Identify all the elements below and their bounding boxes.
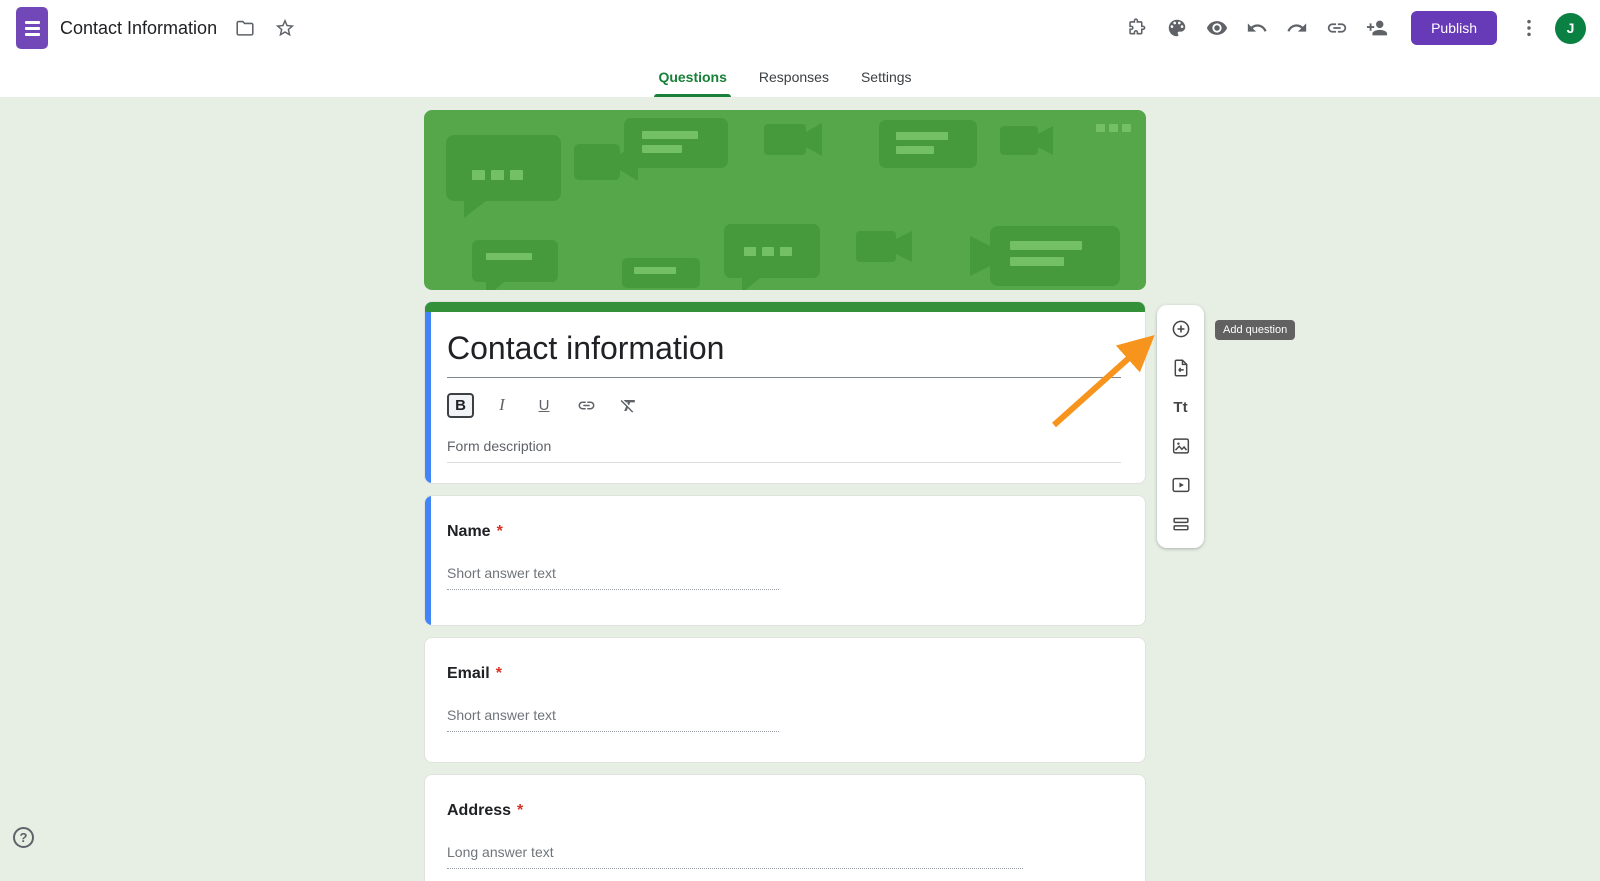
short-answer-placeholder: Short answer text bbox=[447, 565, 779, 590]
import-questions-button[interactable] bbox=[1164, 351, 1198, 385]
tab-settings[interactable]: Settings bbox=[849, 56, 924, 97]
folder-icon bbox=[234, 17, 256, 39]
floating-action-toolbar: Tt bbox=[1157, 305, 1204, 548]
account-avatar[interactable]: J bbox=[1555, 13, 1586, 44]
undo-button[interactable] bbox=[1237, 8, 1277, 48]
tabs-group: Questions Responses Settings bbox=[646, 56, 923, 97]
insert-link-icon bbox=[577, 396, 596, 415]
question-label[interactable]: Email * bbox=[447, 665, 1121, 683]
add-question-button[interactable] bbox=[1164, 312, 1198, 346]
tab-responses[interactable]: Responses bbox=[747, 56, 841, 97]
preview-button[interactable] bbox=[1197, 8, 1237, 48]
selection-indicator bbox=[425, 496, 431, 625]
add-question-tooltip: Add question bbox=[1215, 320, 1295, 340]
redo-button[interactable] bbox=[1277, 8, 1317, 48]
underline-button[interactable]: U bbox=[530, 392, 558, 418]
extensions-button[interactable] bbox=[1117, 8, 1157, 48]
header-banner-image bbox=[424, 110, 1146, 290]
star-icon bbox=[274, 17, 296, 39]
question-label-text: Email bbox=[447, 665, 490, 682]
question-label[interactable]: Address * bbox=[447, 802, 1121, 820]
link-icon bbox=[1326, 17, 1348, 39]
clear-formatting-icon bbox=[619, 396, 638, 415]
banner-pattern bbox=[424, 110, 1146, 290]
add-question-icon bbox=[1170, 318, 1192, 340]
add-image-icon bbox=[1170, 435, 1192, 457]
forms-logo-icon[interactable] bbox=[16, 7, 48, 49]
redo-icon bbox=[1286, 17, 1308, 39]
document-title[interactable]: Contact Information bbox=[60, 18, 217, 39]
question-card-address[interactable]: Address * Long answer text bbox=[424, 774, 1146, 881]
palette-icon bbox=[1166, 17, 1188, 39]
add-collaborators-button[interactable] bbox=[1357, 8, 1397, 48]
add-title-icon: Tt bbox=[1173, 399, 1187, 416]
logo-list-lines bbox=[25, 21, 40, 24]
italic-icon: I bbox=[499, 395, 505, 415]
italic-button[interactable]: I bbox=[488, 392, 516, 418]
extensions-icon bbox=[1126, 17, 1148, 39]
customize-theme-button[interactable] bbox=[1157, 8, 1197, 48]
person-add-icon bbox=[1366, 17, 1388, 39]
more-options-button[interactable] bbox=[1509, 8, 1549, 48]
form-description-input[interactable] bbox=[447, 438, 1121, 463]
form-title-input[interactable] bbox=[447, 330, 1121, 378]
question-label[interactable]: Name * bbox=[447, 523, 1121, 541]
insert-link-button[interactable] bbox=[572, 392, 600, 418]
bold-icon: B bbox=[455, 397, 466, 414]
selection-indicator bbox=[425, 302, 431, 483]
add-section-icon bbox=[1170, 513, 1192, 535]
help-icon: ? bbox=[20, 830, 28, 845]
tab-questions[interactable]: Questions bbox=[646, 56, 738, 97]
long-answer-placeholder: Long answer text bbox=[447, 844, 1023, 869]
add-video-button[interactable] bbox=[1164, 468, 1198, 502]
theme-accent-bar bbox=[425, 302, 1145, 312]
star-button[interactable] bbox=[265, 8, 305, 48]
move-folder-button[interactable] bbox=[225, 8, 265, 48]
clear-formatting-button[interactable] bbox=[614, 392, 642, 418]
help-button[interactable]: ? bbox=[13, 827, 34, 848]
required-asterisk: * bbox=[496, 665, 502, 682]
bold-button[interactable]: B bbox=[447, 393, 474, 418]
top-bar: Contact Information Publish J bbox=[0, 0, 1600, 56]
form-column: B I U Name * Short answer text Email * Sho… bbox=[424, 110, 1146, 881]
form-canvas: B I U Name * Short answer text Email * Sho… bbox=[0, 97, 1600, 881]
copy-link-button[interactable] bbox=[1317, 8, 1357, 48]
more-vert-icon bbox=[1518, 17, 1540, 39]
add-title-button[interactable]: Tt bbox=[1164, 390, 1198, 424]
short-answer-placeholder: Short answer text bbox=[447, 707, 779, 732]
question-card-email[interactable]: Email * Short answer text bbox=[424, 637, 1146, 763]
question-card-name[interactable]: Name * Short answer text bbox=[424, 495, 1146, 626]
required-asterisk: * bbox=[497, 523, 503, 540]
form-title-card[interactable]: B I U bbox=[424, 301, 1146, 484]
undo-icon bbox=[1246, 17, 1268, 39]
form-tabs: Questions Responses Settings bbox=[0, 56, 1600, 97]
add-video-icon bbox=[1170, 474, 1192, 496]
question-label-text: Name bbox=[447, 523, 491, 540]
add-section-button[interactable] bbox=[1164, 507, 1198, 541]
required-asterisk: * bbox=[517, 802, 523, 819]
import-questions-icon bbox=[1170, 357, 1192, 379]
add-image-button[interactable] bbox=[1164, 429, 1198, 463]
format-toolbar: B I U bbox=[447, 392, 1121, 418]
underline-icon: U bbox=[539, 397, 550, 414]
eye-icon bbox=[1206, 17, 1228, 39]
question-label-text: Address bbox=[447, 802, 511, 819]
publish-button[interactable]: Publish bbox=[1411, 11, 1497, 45]
